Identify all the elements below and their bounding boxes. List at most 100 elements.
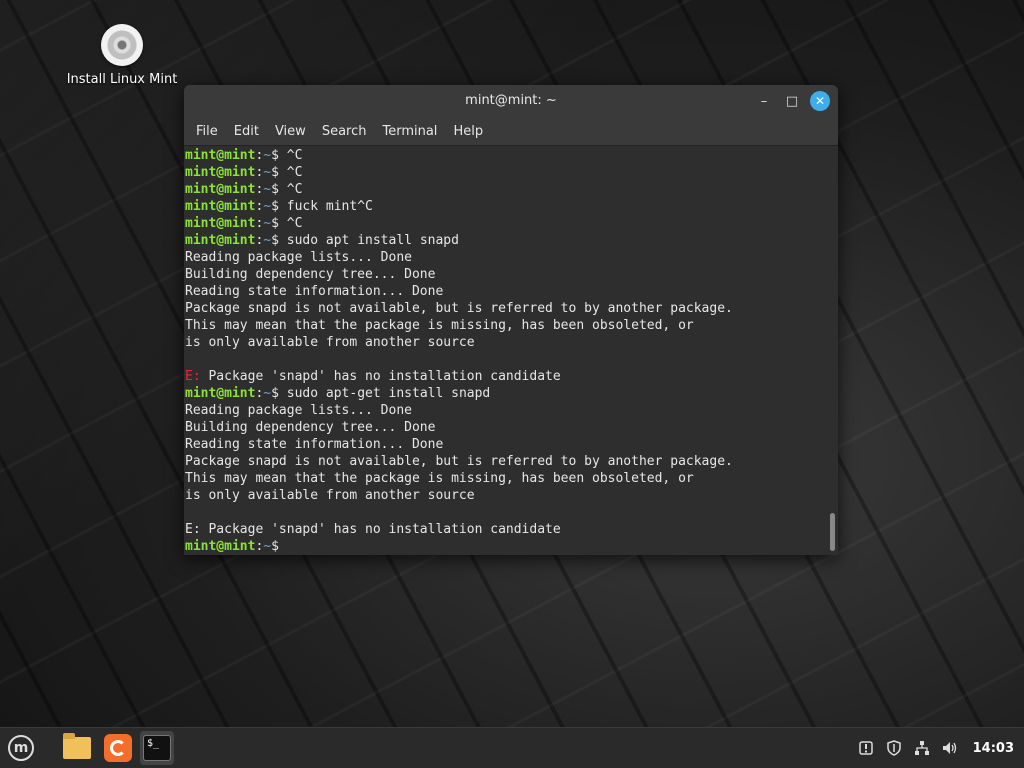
- prompt-user: mint@mint: [185, 539, 256, 554]
- terminal-window[interactable]: mint@mint: ~ – □ ✕ File Edit View Search…: [184, 85, 838, 555]
- prompt-user: mint@mint: [185, 148, 256, 163]
- output-text: is only available from another source: [185, 488, 475, 503]
- terminal-line: E: Package 'snapd' has no installation c…: [185, 521, 838, 538]
- prompt-symbol: $: [271, 148, 287, 163]
- prompt-symbol: $: [271, 233, 287, 248]
- terminal-line: mint@mint:~$ fuck mint^C: [185, 198, 838, 215]
- terminal-line: mint@mint:~$ sudo apt-get install snapd: [185, 385, 838, 402]
- prompt-path: ~: [263, 182, 272, 197]
- prompt-symbol: $: [271, 182, 287, 197]
- error-prefix: E:: [185, 369, 201, 384]
- menu-help[interactable]: Help: [445, 124, 491, 139]
- terminal-line: is only available from another source: [185, 487, 838, 504]
- prompt-symbol: $: [271, 539, 287, 554]
- maximize-button[interactable]: □: [782, 91, 802, 111]
- terminal-line: Building dependency tree... Done: [185, 266, 838, 283]
- disc-icon: [101, 24, 143, 66]
- terminal-line: This may mean that the package is missin…: [185, 470, 838, 487]
- terminal-line: mint@mint:~$ ^C: [185, 147, 838, 164]
- output-text: This may mean that the package is missin…: [185, 318, 694, 333]
- output-text: Building dependency tree... Done: [185, 267, 436, 282]
- output-text: Building dependency tree... Done: [185, 420, 436, 435]
- desktop-icon-label: Install Linux Mint: [66, 72, 178, 87]
- prompt-path: ~: [263, 539, 272, 554]
- taskbar: m $_ 14:03: [0, 727, 1024, 768]
- volume-icon[interactable]: [941, 739, 959, 757]
- taskbar-files[interactable]: [60, 731, 94, 765]
- system-tray: 14:03: [857, 728, 1014, 768]
- terminal-line: Reading package lists... Done: [185, 249, 838, 266]
- network-icon[interactable]: [913, 739, 931, 757]
- minimize-button[interactable]: –: [754, 91, 774, 111]
- clock[interactable]: 14:03: [973, 741, 1014, 756]
- prompt-path: ~: [263, 199, 272, 214]
- terminal-output[interactable]: mint@mint:~$ ^C mint@mint:~$ ^C mint@mint:…: [184, 146, 838, 555]
- terminal-line: mint@mint:~$ ^C: [185, 215, 838, 232]
- terminal-line: Reading package lists... Done: [185, 402, 838, 419]
- menu-file[interactable]: File: [188, 124, 226, 139]
- error-text: Package 'snapd' has no installation cand…: [200, 369, 561, 384]
- prompt-command: fuck mint^C: [286, 199, 373, 214]
- prompt-command: sudo apt-get install snapd: [286, 386, 491, 401]
- output-text: Package snapd is not available, but is r…: [185, 301, 733, 316]
- prompt-command: ^C: [286, 182, 303, 197]
- firefox-icon: [104, 734, 132, 762]
- terminal-line: Reading state information... Done: [185, 283, 838, 300]
- output-text: Package snapd is not available, but is r…: [185, 454, 733, 469]
- prompt-command: ^C: [286, 148, 303, 163]
- prompt-user: mint@mint: [185, 199, 256, 214]
- title-bar[interactable]: mint@mint: ~ – □ ✕: [184, 85, 838, 117]
- terminal-line: Building dependency tree... Done: [185, 419, 838, 436]
- prompt-user: mint@mint: [185, 182, 256, 197]
- taskbar-firefox[interactable]: [101, 731, 135, 765]
- prompt-command: ^C: [286, 216, 303, 231]
- desktop-icon-install-linux-mint[interactable]: Install Linux Mint: [62, 24, 182, 87]
- folder-icon: [63, 733, 91, 759]
- prompt-command: sudo apt install snapd: [286, 233, 459, 248]
- prompt-user: mint@mint: [185, 233, 256, 248]
- terminal-scrollbar[interactable]: [830, 513, 835, 551]
- output-text: This may mean that the package is missin…: [185, 471, 694, 486]
- output-text: is only available from another source: [185, 335, 475, 350]
- menu-search[interactable]: Search: [314, 124, 375, 139]
- menu-view[interactable]: View: [267, 124, 314, 139]
- prompt-symbol: $: [271, 165, 287, 180]
- menu-button[interactable]: m: [4, 731, 38, 765]
- terminal-line: mint@mint:~$ ^C: [185, 164, 838, 181]
- prompt-path: ~: [263, 165, 272, 180]
- terminal-line: mint@mint:~$: [185, 538, 838, 555]
- output-text: E: Package 'snapd' has no installation c…: [185, 522, 561, 537]
- mint-logo-icon: m: [8, 735, 34, 761]
- prompt-user: mint@mint: [185, 216, 256, 231]
- update-icon[interactable]: [857, 739, 875, 757]
- menu-edit[interactable]: Edit: [226, 124, 267, 139]
- prompt-command: ^C: [286, 165, 303, 180]
- terminal-line: This may mean that the package is missin…: [185, 317, 838, 334]
- shield-icon[interactable]: [885, 739, 903, 757]
- output-text: Reading package lists... Done: [185, 403, 412, 418]
- terminal-line: Package snapd is not available, but is r…: [185, 453, 838, 470]
- menu-bar: File Edit View Search Terminal Help: [184, 117, 838, 146]
- prompt-path: ~: [263, 216, 272, 231]
- taskbar-terminal[interactable]: $_: [140, 731, 174, 765]
- prompt-user: mint@mint: [185, 386, 256, 401]
- prompt-symbol: $: [271, 199, 287, 214]
- terminal-line: Package snapd is not available, but is r…: [185, 300, 838, 317]
- prompt-user: mint@mint: [185, 165, 256, 180]
- prompt-symbol: $: [271, 216, 287, 231]
- prompt-path: ~: [263, 148, 272, 163]
- close-button[interactable]: ✕: [810, 91, 830, 111]
- terminal-line: is only available from another source: [185, 334, 838, 351]
- terminal-line: mint@mint:~$ ^C: [185, 181, 838, 198]
- prompt-symbol: $: [271, 386, 287, 401]
- terminal-line: E: Package 'snapd' has no installation c…: [185, 368, 838, 385]
- menu-terminal[interactable]: Terminal: [374, 124, 445, 139]
- output-text: Reading package lists... Done: [185, 250, 412, 265]
- output-text: Reading state information... Done: [185, 437, 444, 452]
- prompt-path: ~: [263, 386, 272, 401]
- terminal-line: Reading state information... Done: [185, 436, 838, 453]
- prompt-path: ~: [263, 233, 272, 248]
- terminal-icon: $_: [143, 735, 171, 761]
